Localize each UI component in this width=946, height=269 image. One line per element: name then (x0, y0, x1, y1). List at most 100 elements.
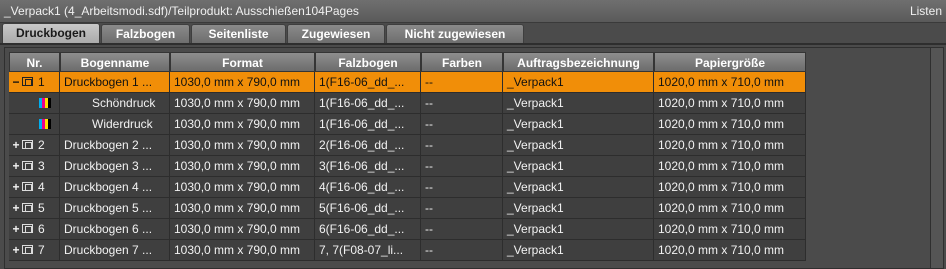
cell-nr: +2 (9, 135, 60, 156)
sheet-number: 1 (38, 75, 45, 89)
tab-falzbogen[interactable]: Falzbogen (101, 24, 190, 43)
cell-bogenname: Druckbogen 6 ... (60, 219, 170, 240)
cell-bogenname: Druckbogen 2 ... (60, 135, 170, 156)
view-mode-label[interactable]: Listen (910, 4, 942, 18)
column-header-auftragsbezeichnung[interactable]: Auftragsbezeichnung (503, 52, 654, 72)
sheet-number: 5 (38, 201, 45, 215)
cell-farben: -- (421, 219, 503, 240)
sheet-list-panel: Nr. Bogenname Format Falzbogen Farben Au… (4, 47, 944, 269)
cell-falzbogen: 1(F16-06_dd_... (315, 114, 421, 135)
expand-icon[interactable]: + (11, 240, 21, 260)
cell-papiergroesse: 1020,0 mm x 710,0 mm (654, 135, 806, 156)
tab-bar: Druckbogen Falzbogen Seitenliste Zugewie… (0, 23, 946, 44)
tab-zugewiesen[interactable]: Zugewiesen (287, 24, 385, 43)
tab-nicht-zugewiesen[interactable]: Nicht zugewiesen (386, 24, 524, 43)
expand-icon[interactable]: + (11, 198, 21, 218)
cell-format: 1030,0 mm x 790,0 mm (170, 177, 315, 198)
sheet-icon (22, 77, 33, 86)
cell-format: 1030,0 mm x 790,0 mm (170, 240, 315, 261)
cell-nr: +4 (9, 177, 60, 198)
cell-auftragsbezeichnung: _Verpack1 (503, 114, 654, 135)
cell-papiergroesse: 1020,0 mm x 710,0 mm (654, 240, 806, 261)
sheet-icon (22, 224, 33, 233)
cell-bogenname: Druckbogen 1 ... (60, 72, 170, 93)
cell-farben: -- (421, 114, 503, 135)
cell-auftragsbezeichnung: _Verpack1 (503, 135, 654, 156)
cell-format: 1030,0 mm x 790,0 mm (170, 72, 315, 93)
sheet-number: 4 (38, 180, 45, 194)
tab-druckbogen[interactable]: Druckbogen (2, 23, 100, 44)
cell-falzbogen: 4(F16-06_dd_... (315, 177, 421, 198)
cell-papiergroesse: 1020,0 mm x 710,0 mm (654, 156, 806, 177)
cell-auftragsbezeichnung: _Verpack1 (503, 156, 654, 177)
sheet-icon (22, 203, 33, 212)
cell-bogenname: Druckbogen 7 ... (60, 240, 170, 261)
column-header-nr[interactable]: Nr. (9, 52, 60, 72)
cell-farben: -- (421, 177, 503, 198)
expand-icon[interactable]: + (11, 156, 21, 176)
cell-bogenname: Druckbogen 4 ... (60, 177, 170, 198)
cell-format: 1030,0 mm x 790,0 mm (170, 198, 315, 219)
cell-bogenname: Druckbogen 3 ... (60, 156, 170, 177)
cell-farben: -- (421, 135, 503, 156)
cell-nr: +5 (9, 198, 60, 219)
cell-papiergroesse: 1020,0 mm x 710,0 mm (654, 177, 806, 198)
sheet-number: 7 (38, 243, 45, 257)
column-header-farben[interactable]: Farben (421, 52, 503, 72)
cell-nr (9, 114, 60, 135)
cell-papiergroesse: 1020,0 mm x 710,0 mm (654, 114, 806, 135)
expand-icon[interactable]: + (11, 135, 21, 155)
cell-nr: +7 (9, 240, 60, 261)
cell-falzbogen: 5(F16-06_dd_... (315, 198, 421, 219)
column-header-bogenname[interactable]: Bogenname (60, 52, 170, 72)
cell-auftragsbezeichnung: _Verpack1 (503, 198, 654, 219)
tab-seitenliste[interactable]: Seitenliste (191, 24, 286, 43)
cell-farben: -- (421, 198, 503, 219)
cmyk-color-icon (39, 98, 51, 108)
expand-icon[interactable]: + (11, 177, 21, 197)
cell-nr: +6 (9, 219, 60, 240)
window-title: _Verpack1 (4_Arbeitsmodi.sdf)/Teilproduk… (4, 4, 359, 18)
cell-nr: +3 (9, 156, 60, 177)
cell-format: 1030,0 mm x 790,0 mm (170, 93, 315, 114)
cell-falzbogen: 3(F16-06_dd_... (315, 156, 421, 177)
cell-format: 1030,0 mm x 790,0 mm (170, 156, 315, 177)
cell-bogenname: Druckbogen 5 ... (60, 198, 170, 219)
sheet-number: 3 (38, 159, 45, 173)
cell-auftragsbezeichnung: _Verpack1 (503, 240, 654, 261)
sheet-number: 6 (38, 222, 45, 236)
sheet-icon (22, 161, 33, 170)
cell-auftragsbezeichnung: _Verpack1 (503, 93, 654, 114)
cmyk-color-icon (39, 119, 51, 129)
cell-nr: −1 (9, 72, 60, 93)
sheet-icon (22, 140, 33, 149)
cell-farben: -- (421, 240, 503, 261)
cell-papiergroesse: 1020,0 mm x 710,0 mm (654, 93, 806, 114)
vertical-scrollbar[interactable] (930, 48, 943, 268)
sheet-icon (22, 182, 33, 191)
cell-papiergroesse: 1020,0 mm x 710,0 mm (654, 219, 806, 240)
cell-falzbogen: 1(F16-06_dd_... (315, 72, 421, 93)
cell-farben: -- (421, 93, 503, 114)
sheet-number: 2 (38, 138, 45, 152)
column-header-falzbogen[interactable]: Falzbogen (315, 52, 421, 72)
column-header-papiergroesse[interactable]: Papiergröße (654, 52, 806, 72)
cell-auftragsbezeichnung: _Verpack1 (503, 72, 654, 93)
cell-papiergroesse: 1020,0 mm x 710,0 mm (654, 72, 806, 93)
column-header-format[interactable]: Format (170, 52, 315, 72)
expand-icon[interactable]: + (11, 219, 21, 239)
cell-auftragsbezeichnung: _Verpack1 (503, 219, 654, 240)
window-titlebar: _Verpack1 (4_Arbeitsmodi.sdf)/Teilproduk… (0, 0, 946, 23)
cell-falzbogen: 6(F16-06_dd_... (315, 219, 421, 240)
cell-papiergroesse: 1020,0 mm x 710,0 mm (654, 198, 806, 219)
collapse-icon[interactable]: − (11, 72, 21, 92)
cell-falzbogen: 1(F16-06_dd_... (315, 93, 421, 114)
cell-farben: -- (421, 156, 503, 177)
cell-auftragsbezeichnung: _Verpack1 (503, 177, 654, 198)
cell-falzbogen: 2(F16-06_dd_... (315, 135, 421, 156)
cell-format: 1030,0 mm x 790,0 mm (170, 135, 315, 156)
cell-falzbogen: 7, 7(F08-07_li... (315, 240, 421, 261)
cell-farben: -- (421, 72, 503, 93)
cell-nr (9, 93, 60, 114)
cell-format: 1030,0 mm x 790,0 mm (170, 114, 315, 135)
